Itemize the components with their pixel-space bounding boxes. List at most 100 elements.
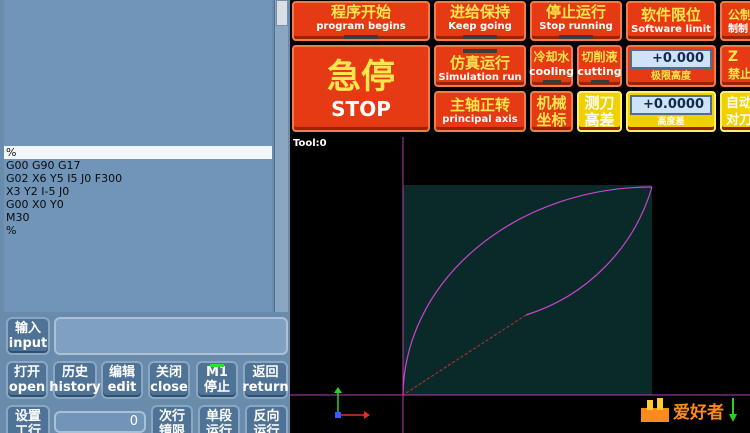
stop-running-label-en: Stop running	[539, 20, 613, 32]
axis-gizmo-y-arrow	[334, 387, 342, 393]
machine-coords-button[interactable]: 机械 坐标	[530, 91, 573, 132]
row-run-button[interactable]: 次行 镜限	[151, 405, 193, 433]
auto-tool-label-cn: 自动	[726, 95, 750, 111]
principal-axis-label-cn: 主轴正转	[449, 96, 510, 114]
counter-field[interactable]: 0	[54, 411, 146, 433]
input-button[interactable]: 输入 input	[6, 317, 50, 355]
m1-stop-label-en: 停止	[203, 380, 230, 395]
toolpath-canvas[interactable]	[290, 137, 750, 433]
m1-stop-label-cn: M1	[206, 365, 228, 380]
scroll-down-arrow-icon[interactable]	[729, 398, 737, 422]
return-button-label-cn: 返回	[252, 365, 279, 380]
cooling-label-en: cooling	[529, 64, 574, 78]
height-diff-panel: +0.0000 高度差	[626, 91, 716, 132]
edit-button[interactable]: 编辑 edit	[101, 361, 143, 399]
edit-button-label-cn: 编辑	[108, 365, 135, 380]
auto-tool-label-en: 对刀	[726, 112, 750, 128]
program-begins-led	[344, 34, 378, 39]
software-limit-label-en: Software limit	[631, 23, 711, 35]
software-limit-button[interactable]: 软件限位 Software limit	[626, 1, 716, 41]
limit-height-panel: +0.000 极限高度	[626, 45, 716, 87]
edit-button-label-en: edit	[107, 380, 137, 395]
settings-button[interactable]: 设置 工行	[6, 405, 50, 433]
gcode-lines: % G00 G90 G17 G02 X6 Y5 I5 J0 F300 X3 Y2…	[4, 146, 272, 237]
cooling-label-cn: 冷却水	[533, 49, 570, 64]
reverse-run-button[interactable]: 反向 运行	[245, 405, 288, 433]
keep-going-led	[463, 34, 497, 39]
scroll-thumb[interactable]	[276, 0, 288, 26]
height-diff-display[interactable]: +0.0000	[630, 95, 712, 115]
history-button-label-cn: 历史	[61, 365, 88, 380]
stop-running-led	[559, 34, 593, 39]
gcode-line[interactable]: %	[4, 224, 272, 237]
simulation-run-label-cn: 仿真运行	[449, 53, 510, 72]
open-button-label-cn: 打开	[13, 365, 40, 380]
reverse-run-label-cn: 反向	[253, 409, 280, 424]
m1-led-indicator	[210, 364, 224, 367]
gcode-line[interactable]: G00 X0 Y0	[4, 198, 272, 211]
single-step-button[interactable]: 单段 运行	[198, 405, 240, 433]
metric-label-en: 制制	[728, 23, 748, 35]
gcode-line[interactable]: M30	[4, 211, 272, 224]
reverse-run-label-en: 运行	[253, 424, 280, 433]
gcode-editor[interactable]: % G00 G90 G17 G02 X6 Y5 I5 J0 F300 X3 Y2…	[4, 0, 272, 312]
estop-label-en: STOP	[331, 96, 391, 121]
z-disable-button[interactable]: Z 禁止	[720, 45, 750, 87]
estop-label-cn: 急停	[327, 56, 395, 97]
open-button-label-en: open	[8, 380, 46, 395]
cooling-led	[542, 79, 561, 84]
height-diff-label: 高度差	[657, 117, 685, 127]
tool-measure-label-en: 高差	[584, 110, 615, 129]
m1-stop-button[interactable]: M1 停止	[196, 361, 238, 399]
input-field[interactable]	[54, 317, 288, 355]
return-button-label-en: return	[242, 380, 289, 395]
z-disable-label-en: 禁止	[728, 67, 750, 81]
principal-axis-button[interactable]: 主轴正转 principal axis	[434, 91, 526, 132]
toolpath-svg	[290, 137, 750, 433]
editor-scrollbar[interactable]	[274, 0, 288, 312]
emergency-stop-button[interactable]: 急停 STOP	[292, 45, 430, 132]
gcode-line[interactable]: X3 Y2 I-5 J0	[4, 185, 272, 198]
brand-logo: 爱好者	[639, 396, 724, 424]
cooling-button[interactable]: 冷却水 cooling	[529, 45, 574, 87]
limit-height-display[interactable]: +0.000	[630, 49, 712, 69]
close-button[interactable]: 关闭 close	[148, 361, 190, 399]
tool-measure-label-cn: 测刀	[584, 93, 615, 112]
limit-height-label: 极限高度	[651, 71, 691, 82]
metric-button[interactable]: 公制 制制	[720, 1, 750, 41]
row-run-label-cn: 次行	[158, 409, 185, 424]
cutting-label-en: cutting	[577, 64, 622, 78]
cutting-led	[590, 79, 609, 84]
metric-label-cn: 公制	[728, 7, 750, 22]
gcode-line[interactable]: %	[4, 146, 272, 159]
gcode-line[interactable]: G00 G90 G17	[4, 159, 272, 172]
settings-button-label-en: 工行	[14, 424, 41, 433]
program-begins-label-en: program begins	[316, 20, 406, 32]
machine-coords-label-cn: 机械	[536, 93, 567, 112]
tool-measure-button[interactable]: 测刀 高差	[577, 91, 622, 132]
logo-icon	[641, 398, 669, 422]
logo-text: 爱好者	[673, 402, 724, 423]
simulation-run-label-en: Simulation run	[438, 71, 522, 83]
single-step-label-cn: 单段	[205, 409, 232, 424]
stop-running-label-cn: 停止运行	[545, 2, 606, 21]
keep-going-label-cn: 进给保持	[449, 2, 510, 21]
software-limit-label-cn: 软件限位	[640, 5, 701, 24]
auto-tool-button[interactable]: 自动 对刀	[720, 91, 750, 132]
machine-coords-label-en: 坐标	[536, 110, 567, 129]
gcode-line[interactable]: G02 X6 Y5 I5 J0 F300	[4, 172, 272, 185]
row-run-label-en: 镜限	[158, 424, 185, 433]
axis-gizmo-z	[335, 412, 341, 418]
history-button[interactable]: 历史 history	[49, 361, 101, 399]
input-button-label-en: input	[8, 336, 48, 351]
cutting-label-cn: 切削液	[581, 49, 618, 64]
program-begins-button[interactable]: 程序开始 program begins	[292, 1, 430, 41]
keep-going-button[interactable]: 进给保持 Keep going	[434, 1, 526, 41]
program-begins-label-cn: 程序开始	[330, 2, 391, 21]
cutting-button[interactable]: 切削液 cutting	[577, 45, 622, 87]
return-button[interactable]: 返回 return	[242, 361, 289, 399]
stop-running-button[interactable]: 停止运行 Stop running	[530, 1, 622, 41]
workpiece-area	[403, 185, 652, 395]
simulation-run-button[interactable]: 仿真运行 Simulation run	[434, 45, 526, 87]
open-button[interactable]: 打开 open	[6, 361, 48, 399]
